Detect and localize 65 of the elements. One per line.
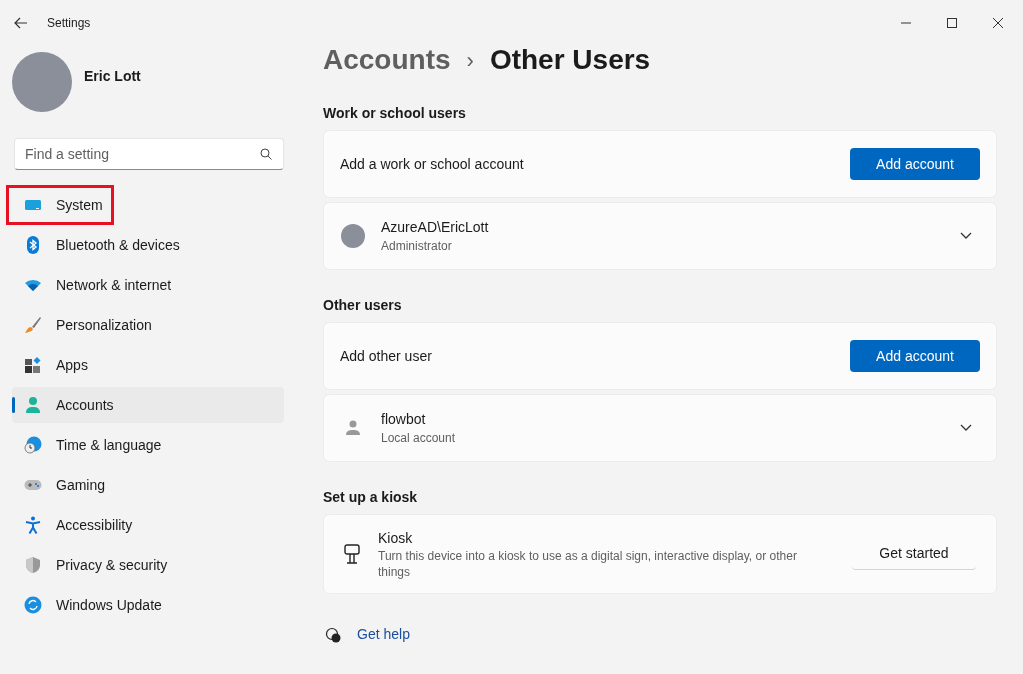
user-card[interactable]: AzureAD\EricLott Administrator (323, 202, 997, 270)
breadcrumb-parent[interactable]: Accounts (323, 39, 451, 81)
sidebar-label: Accounts (56, 395, 114, 415)
user-name: AzureAD\EricLott (381, 218, 490, 237)
sidebar-label: Time & language (56, 435, 162, 455)
account-type: Administrator (381, 238, 453, 255)
sidebar-item[interactable]: Accessibility (12, 507, 284, 543)
chevron-icon[interactable] (960, 232, 972, 240)
sidebar-label: Apps (56, 355, 88, 375)
setting-label: Add other user (340, 346, 432, 366)
kiosk-title: Kiosk (378, 529, 414, 548)
sidebar-label: Accessibility (56, 515, 133, 535)
breadcrumb-separator: › (466, 46, 474, 75)
avatar-photo-placeholder (12, 52, 72, 112)
account-type: Local account (381, 430, 457, 447)
sidebar-item[interactable]: Network & internet (12, 267, 284, 303)
sidebar-item[interactable]: Time & language (12, 427, 284, 463)
selection-indicator (12, 397, 15, 413)
person-icon (346, 420, 360, 436)
sidebar-label: Network & internet (56, 275, 172, 295)
section-heading: Set up a kiosk (323, 488, 419, 507)
section-heading: Other users (323, 296, 403, 315)
sidebar-item[interactable]: Accounts (12, 387, 284, 423)
sidebar-item[interactable]: System (12, 187, 284, 223)
shield-icon (24, 556, 42, 574)
section-heading: Work or school users (323, 104, 467, 123)
globe-clock-icon (24, 436, 42, 454)
get-help-link[interactable]: Get help (357, 624, 410, 645)
page-title: Other Users (489, 43, 651, 77)
sidebar-label: Personalization (56, 315, 152, 335)
maximize-icon[interactable] (947, 18, 957, 28)
setting-label: Add a work or school account (340, 154, 524, 174)
update-icon (24, 596, 42, 614)
avatar-photo-placeholder (341, 224, 365, 248)
search-field[interactable]: Find a setting (14, 138, 284, 170)
get-started-button[interactable]: Get started (852, 538, 976, 570)
sidebar-item[interactable]: Apps (12, 347, 284, 383)
sidebar-label: Windows Update (56, 595, 162, 615)
sidebar-label: Privacy & security (56, 555, 168, 575)
window-title: Settings (47, 15, 91, 32)
sidebar-item[interactable]: Privacy & security (12, 547, 284, 583)
help-icon (325, 626, 341, 643)
add-account-button[interactable]: Add account (850, 340, 980, 372)
kiosk-icon (344, 544, 360, 564)
sidebar-label: System (56, 195, 103, 215)
sidebar-item[interactable]: Personalization (12, 307, 284, 343)
search-icon (260, 148, 272, 160)
chevron-icon[interactable] (960, 424, 972, 432)
sidebar-item[interactable]: Windows Update (12, 587, 284, 623)
apps-icon (24, 356, 42, 374)
paintbrush-icon (24, 316, 42, 334)
kiosk-description: Turn this device into a kiosk to use as a digital sign, interactive display, or other things (378, 548, 798, 580)
bluetooth-icon (24, 236, 42, 254)
user-name: flowbot (381, 410, 427, 429)
profile-name: Eric Lott (84, 66, 141, 86)
sidebar-label: Gaming (56, 475, 106, 495)
sidebar-item[interactable]: Bluetooth & devices (12, 227, 284, 263)
sidebar-item[interactable]: Gaming (12, 467, 284, 503)
back-arrow-icon[interactable] (14, 17, 28, 29)
close-icon[interactable] (993, 18, 1003, 28)
sidebar-label: Bluetooth & devices (56, 235, 180, 255)
person-icon (24, 396, 42, 414)
user-card[interactable]: flowbot Local account (323, 394, 997, 462)
accessibility-icon (24, 516, 42, 534)
add-account-button[interactable]: Add account (850, 148, 980, 180)
